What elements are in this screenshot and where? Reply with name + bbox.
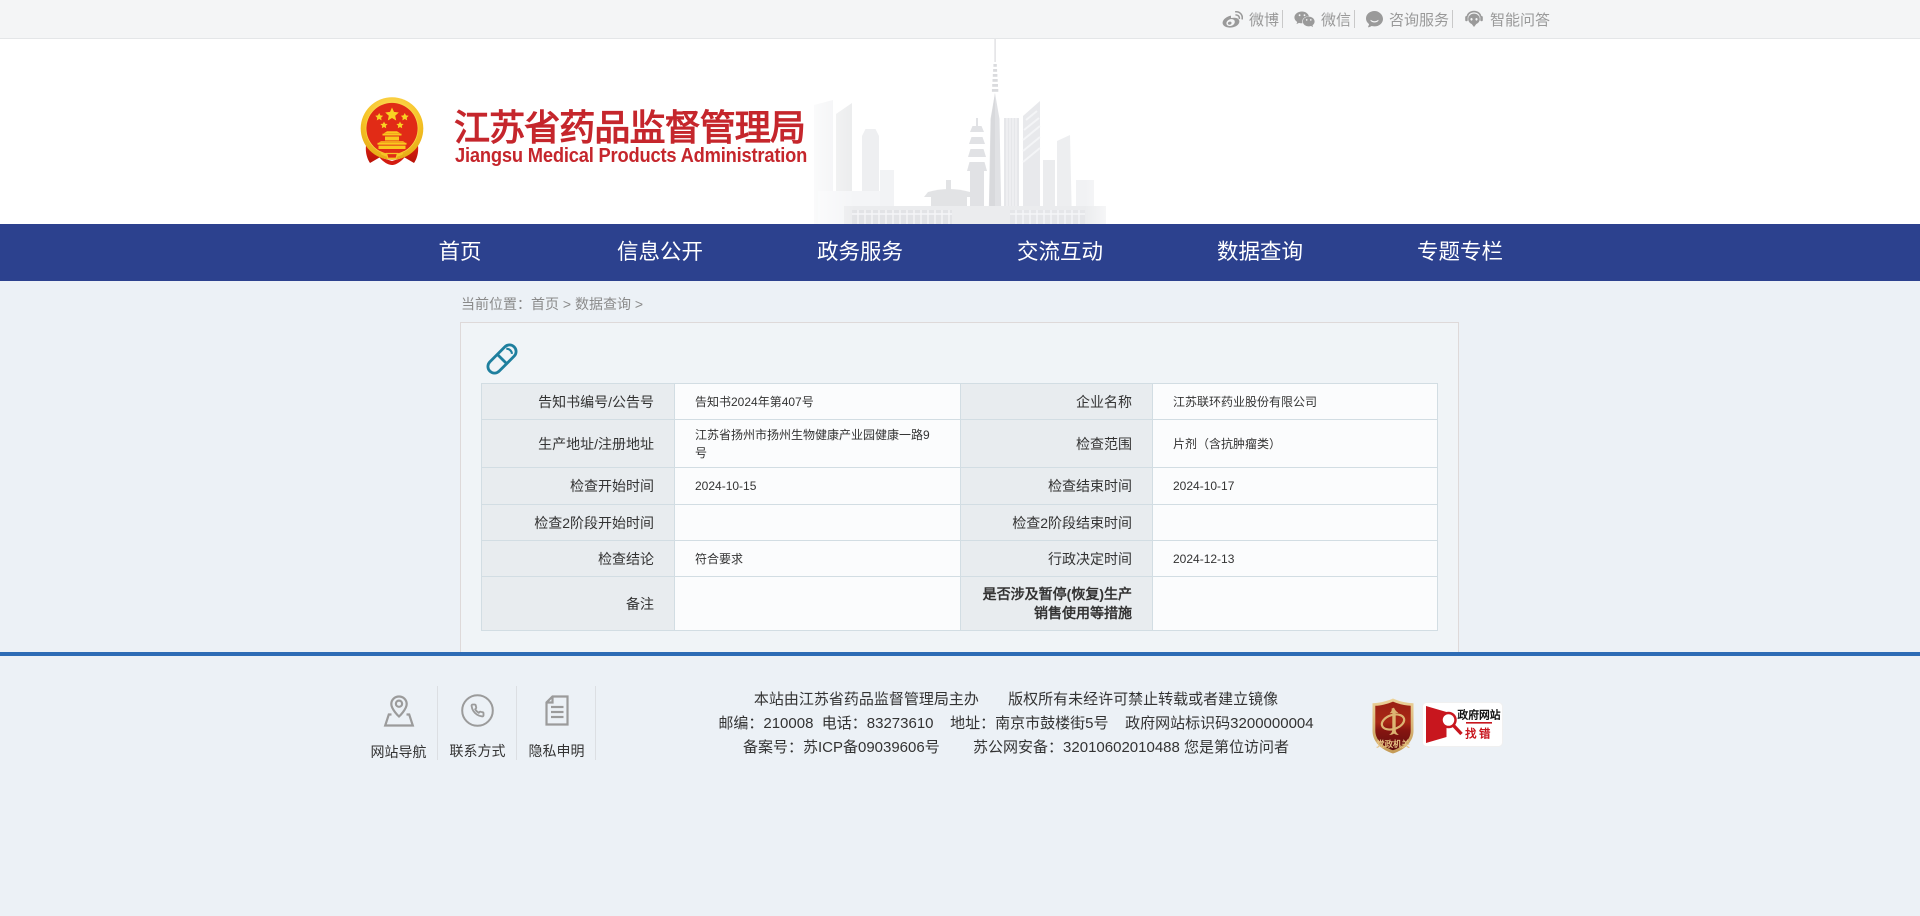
svg-text:政府网站: 政府网站	[1457, 708, 1500, 722]
svg-text:党政机关: 党政机关	[1376, 739, 1410, 749]
svg-text:找错: 找错	[1465, 727, 1493, 741]
